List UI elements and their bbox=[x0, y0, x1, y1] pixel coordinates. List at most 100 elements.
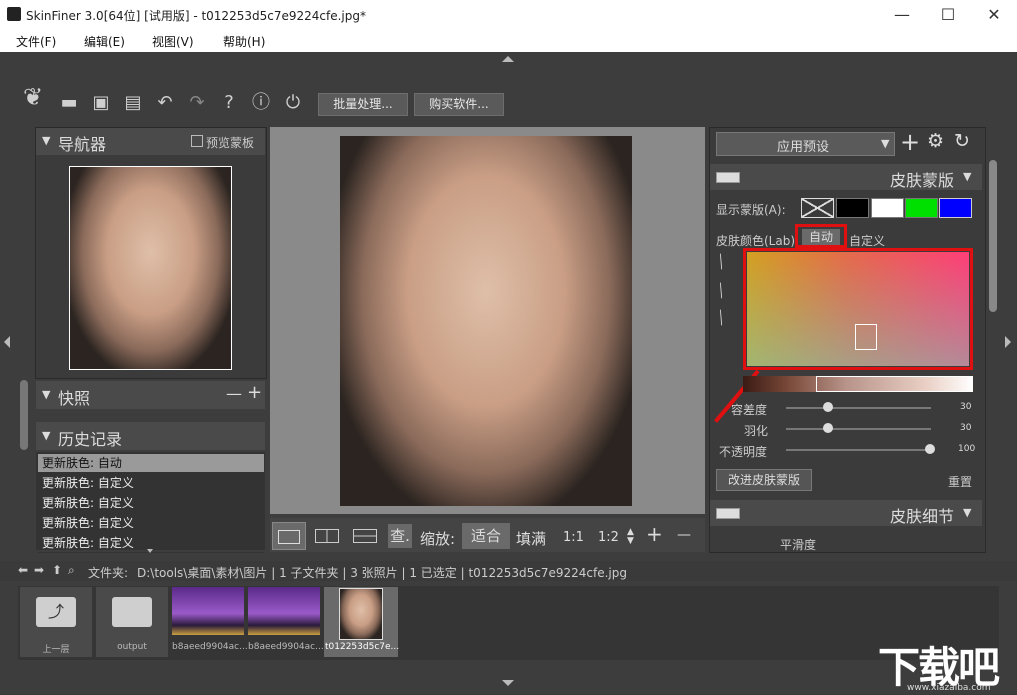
split-horizontal-button[interactable] bbox=[348, 522, 382, 550]
preview-mask-checkbox[interactable] bbox=[191, 135, 203, 147]
snapshot-title: 快照 bbox=[58, 389, 91, 408]
scroll-down-icon[interactable] bbox=[147, 549, 153, 553]
tone-range[interactable] bbox=[816, 376, 971, 392]
preview-mask-label: 预览蒙板 bbox=[206, 136, 255, 150]
feather-knob[interactable] bbox=[823, 423, 833, 433]
save-icon[interactable]: ▣ bbox=[90, 92, 112, 114]
snapshot-header[interactable]: ▼ 快照 — + bbox=[36, 381, 265, 409]
open-folder-icon[interactable]: ▬ bbox=[58, 92, 80, 114]
collapse-left-icon[interactable] bbox=[4, 336, 10, 348]
improve-mask-button[interactable]: 改进皮肤蒙版 bbox=[716, 469, 812, 491]
tolerance-knob[interactable] bbox=[823, 402, 833, 412]
tolerance-value: 30 bbox=[960, 402, 972, 412]
help-icon[interactable]: ? bbox=[218, 92, 240, 114]
save-as-icon[interactable]: ▤ bbox=[122, 92, 144, 114]
custom-label[interactable]: 自定义 bbox=[849, 232, 885, 249]
toggle-icon[interactable] bbox=[716, 508, 740, 519]
remove-snapshot-button[interactable]: — bbox=[226, 384, 242, 403]
collapse-bottom-icon[interactable] bbox=[502, 680, 514, 686]
title-bar: SkinFiner 3.0[64位] [试用版] - t012253d5c7e9… bbox=[0, 0, 1017, 30]
history-header[interactable]: ▼ 历史记录 bbox=[36, 422, 265, 450]
zoom-1-1-button[interactable]: 1:1 bbox=[563, 530, 584, 545]
fit-button[interactable]: 适合 bbox=[462, 523, 510, 549]
folder-label: 文件夹: bbox=[88, 566, 129, 580]
preset-dropdown[interactable]: 应用预设 ▼ bbox=[716, 132, 895, 156]
history-item[interactable]: 更新肤色: 自定义 bbox=[38, 494, 264, 513]
feather-slider[interactable] bbox=[786, 428, 931, 430]
single-view-button[interactable] bbox=[272, 522, 306, 550]
opacity-slider[interactable] bbox=[786, 449, 931, 451]
zoom-1-2-button[interactable]: 1:2 bbox=[598, 530, 619, 545]
folder-path: D:\tools\桌面\素材\图片 | 1 子文件夹 | 3 张照片 | 1 已… bbox=[137, 566, 627, 580]
info-icon[interactable]: ⓘ bbox=[250, 92, 272, 114]
tolerance-slider[interactable] bbox=[786, 407, 931, 409]
batch-button[interactable]: 批量处理... bbox=[318, 93, 408, 116]
fill-button[interactable]: 填满 bbox=[516, 528, 546, 549]
check-button[interactable]: 查. bbox=[388, 524, 412, 548]
collapse-right-icon[interactable] bbox=[1005, 336, 1011, 348]
collapse-top-icon[interactable] bbox=[502, 56, 514, 62]
skin-color-label: 皮肤颜色(Lab): bbox=[716, 234, 800, 248]
filmstrip-label: output bbox=[117, 642, 147, 652]
skin-detail-title: 皮肤细节 bbox=[890, 507, 955, 526]
menu-file[interactable]: 文件(F) bbox=[16, 33, 56, 50]
filmstrip-item-photo[interactable] bbox=[248, 587, 320, 635]
maximize-button[interactable]: ☐ bbox=[925, 4, 971, 26]
undo-icon[interactable]: ↶ bbox=[154, 92, 176, 114]
mask-white-swatch[interactable] bbox=[871, 198, 904, 218]
color-selection-marker[interactable] bbox=[855, 324, 877, 350]
navigator-title: 导航器 bbox=[58, 135, 107, 154]
collapse-arrow-icon: ▼ bbox=[42, 429, 51, 442]
reset-button[interactable]: 重置 bbox=[948, 473, 972, 490]
add-preset-icon[interactable]: + bbox=[900, 128, 920, 156]
dropdown-arrow-icon: ▼ bbox=[881, 137, 890, 150]
auto-button[interactable]: 自动 bbox=[802, 229, 840, 245]
menu-help[interactable]: 帮助(H) bbox=[223, 33, 265, 50]
mask-green-swatch[interactable] bbox=[905, 198, 938, 218]
redo-icon[interactable]: ↷ bbox=[186, 92, 208, 114]
filmstrip-item-photo[interactable] bbox=[172, 587, 244, 635]
main-image[interactable] bbox=[340, 136, 632, 506]
close-button[interactable]: ✕ bbox=[971, 4, 1017, 26]
navigator-header[interactable]: ▼ 导航器 预览蒙板 bbox=[36, 128, 265, 155]
opacity-knob[interactable] bbox=[925, 444, 935, 454]
plugin-icon[interactable]: ⏻ bbox=[282, 92, 304, 114]
zoom-label: 缩放: bbox=[420, 530, 456, 548]
collapse-arrow-icon: ▼ bbox=[42, 134, 51, 147]
skin-mask-header[interactable]: 皮肤蒙版 ▼ bbox=[710, 164, 982, 190]
filmstrip-thumbnail-selected[interactable] bbox=[339, 588, 383, 640]
menu-edit[interactable]: 编辑(E) bbox=[84, 33, 125, 50]
toggle-icon[interactable] bbox=[716, 172, 740, 183]
app-icon bbox=[7, 7, 21, 21]
mask-black-swatch[interactable] bbox=[836, 198, 869, 218]
minimize-button[interactable]: — bbox=[879, 4, 925, 26]
forward-icon[interactable]: ➡ bbox=[34, 563, 44, 577]
add-snapshot-button[interactable]: + bbox=[247, 382, 262, 403]
right-scrollbar[interactable] bbox=[989, 160, 997, 312]
zoom-in-button[interactable]: + bbox=[646, 522, 663, 546]
skin-mask-title: 皮肤蒙版 bbox=[890, 171, 955, 190]
history-item[interactable]: 更新肤色: 自动 bbox=[38, 454, 264, 473]
gear-icon[interactable]: ⚙ bbox=[927, 130, 944, 152]
history-item[interactable]: 更新肤色: 自定义 bbox=[38, 514, 264, 533]
zoom-stepper-icon[interactable]: ▲ ▼ bbox=[627, 528, 634, 546]
left-scrollbar[interactable] bbox=[20, 380, 28, 450]
up-icon[interactable]: ⬆ bbox=[52, 563, 62, 577]
navigator-thumbnail[interactable] bbox=[69, 166, 232, 370]
collapse-arrow-icon: ▼ bbox=[963, 506, 972, 519]
mask-blue-swatch[interactable] bbox=[939, 198, 972, 218]
split-vertical-button[interactable] bbox=[310, 522, 344, 550]
buy-button[interactable]: 购买软件... bbox=[414, 93, 504, 116]
filmstrip-label: b8aeed9904ac... bbox=[172, 642, 248, 652]
skin-detail-header[interactable]: 皮肤细节 ▼ bbox=[710, 500, 982, 526]
preset-label: 应用预设 bbox=[777, 140, 830, 155]
refresh-icon[interactable]: ↻ bbox=[954, 130, 970, 152]
opacity-label: 不透明度 bbox=[719, 445, 768, 459]
show-mask-label: 显示蒙版(A): bbox=[716, 203, 786, 217]
history-item[interactable]: 更新肤色: 自定义 bbox=[38, 474, 264, 493]
back-icon[interactable]: ⬅ bbox=[18, 563, 28, 577]
menu-view[interactable]: 视图(V) bbox=[152, 33, 194, 50]
mask-none-swatch[interactable] bbox=[801, 198, 834, 218]
search-icon[interactable]: ⌕ bbox=[68, 563, 75, 578]
zoom-out-button[interactable]: — bbox=[677, 527, 691, 543]
